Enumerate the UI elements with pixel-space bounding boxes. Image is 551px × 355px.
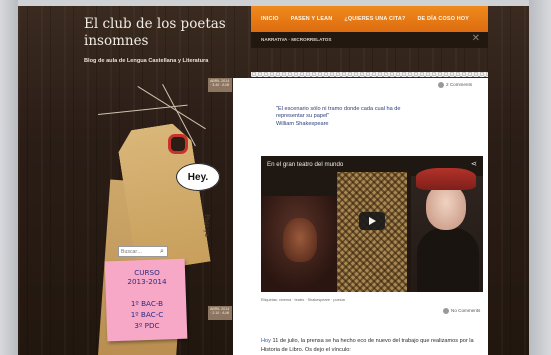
comments-count: 2 Comments xyxy=(446,82,473,88)
close-icon[interactable]: ✕ xyxy=(472,33,480,44)
note-class: 1º BAC-C xyxy=(130,310,164,319)
note-course-label: CURSO xyxy=(134,268,160,277)
video-actor-body xyxy=(417,228,479,292)
nav-item-de-dia-coso-hoy[interactable]: DE DÍA COSO HOY xyxy=(417,16,469,22)
post-tags[interactable]: Etiquetas: cinema · teatro · Shakespeare… xyxy=(261,298,345,302)
quote-line: representar su papel" xyxy=(276,113,330,120)
comment-icon xyxy=(438,82,444,88)
search-icon[interactable]: ⌕ xyxy=(160,247,169,256)
site-title[interactable]: El club de los poetas insomnes xyxy=(84,16,254,50)
note-course-year: 2013-2014 xyxy=(127,277,167,286)
quote-line: "El escenario sólo ni tramo donde cada c… xyxy=(276,106,401,112)
post-date-badge: ABRIL 2014 · 3:40 · A MI xyxy=(208,78,232,92)
post-body: Hoy 11 de julio, la prensa se ha hecho e… xyxy=(261,337,483,354)
twine-string xyxy=(137,86,206,130)
window-right-border xyxy=(529,0,551,355)
nav-item-pasen-y-lean[interactable]: PASEN Y LEAN xyxy=(291,16,333,22)
video-title[interactable]: En el gran teatro del mundo xyxy=(267,161,343,168)
site-description: Blog de aula de Lengua Castellana y Lite… xyxy=(84,58,209,64)
tag-label: Pasa ya xyxy=(203,214,210,237)
sub-navigation: NARRATIVA · MICRORRELATOS ✕ xyxy=(251,32,488,48)
embedded-video[interactable]: En el gran teatro del mundo ⋖ xyxy=(261,156,483,292)
share-icon[interactable]: ⋖ xyxy=(471,159,477,168)
video-lattice-screen xyxy=(337,172,407,292)
blog-page: El club de los poetas insomnes Blog de a… xyxy=(18,6,529,355)
tag-eyelet xyxy=(168,134,188,154)
speech-bubble: Hey. xyxy=(176,163,220,191)
play-button-icon[interactable] xyxy=(359,212,385,230)
comments-link[interactable]: No Comments xyxy=(443,308,480,314)
post-body-text: 11 de julio, la prensa se ha hecho eco d… xyxy=(261,338,474,353)
post-quote: "El escenario sólo ni tramo donde cada c… xyxy=(276,106,416,128)
note-class: 3º PDC xyxy=(134,321,160,330)
nav-item-inicio[interactable]: INICIO xyxy=(261,16,279,22)
stitched-edge xyxy=(251,72,488,77)
main-navigation: INICIO PASEN Y LEAN ¿QUIERES UNA CITA? D… xyxy=(251,6,488,32)
comments-link[interactable]: 2 Comments xyxy=(438,82,472,88)
note-class: 1º BAC-B xyxy=(130,299,164,308)
window-left-border xyxy=(0,0,18,355)
video-actor-hat xyxy=(416,168,476,190)
post-date-badge: ABRIL 2014 · 2:10 · A MI xyxy=(208,306,232,320)
nav-item-quieres-una-cita[interactable]: ¿QUIERES UNA CITA? xyxy=(344,16,405,22)
subnav-item[interactable]: NARRATIVA · MICRORRELATOS xyxy=(261,37,331,42)
post-body-highlight[interactable]: Hoy xyxy=(261,338,271,344)
comment-icon xyxy=(443,308,449,314)
quote-author: William Shakespeare xyxy=(276,120,329,127)
video-actor-face xyxy=(426,184,466,230)
comments-count: No Comments xyxy=(451,308,481,314)
video-actor-face xyxy=(283,218,317,262)
